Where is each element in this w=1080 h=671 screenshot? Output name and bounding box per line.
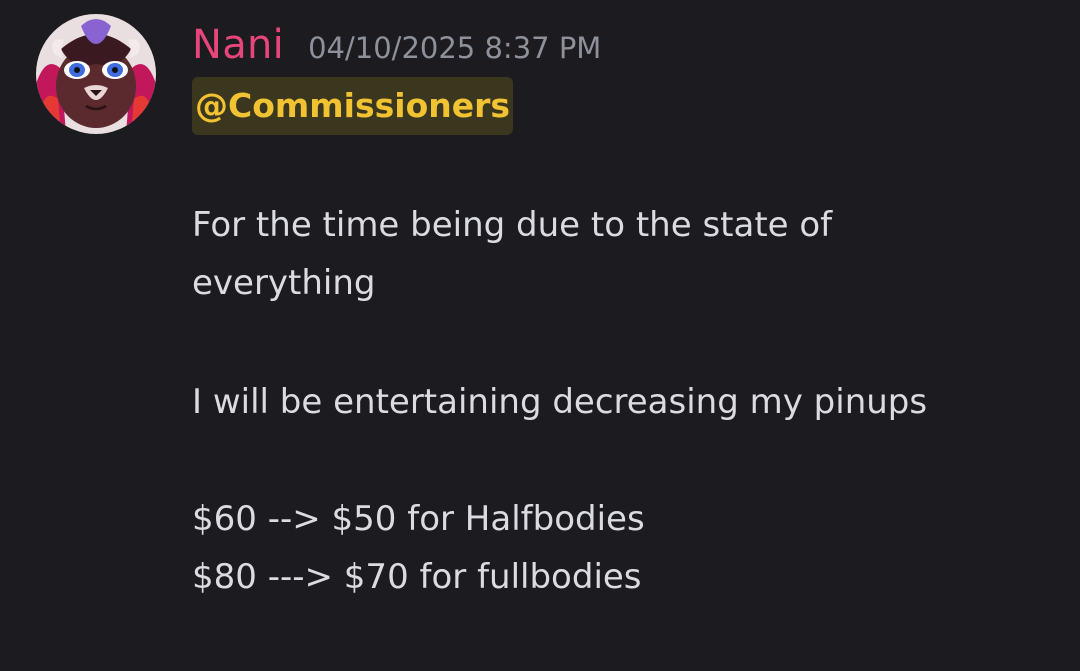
message-header: Nani 04/10/2025 8:37 PM [192,22,601,72]
message-line: I will be entertaining decreasing my pin… [192,382,928,422]
message-line: everything [192,263,376,303]
message-line: $80 ---> $70 for fullbodies [192,557,642,597]
author-name[interactable]: Nani [192,22,284,68]
message-line: For the time being due to the state of [192,205,833,245]
chat-message: Nani 04/10/2025 8:37 PM @Commissioners F… [0,0,1080,671]
message-timestamp[interactable]: 04/10/2025 8:37 PM [308,31,601,65]
role-mention[interactable]: @Commissioners [192,77,514,135]
avatar-image [36,14,156,134]
avatar[interactable] [36,14,156,134]
message-line: $60 --> $50 for Halfbodies [192,499,645,539]
